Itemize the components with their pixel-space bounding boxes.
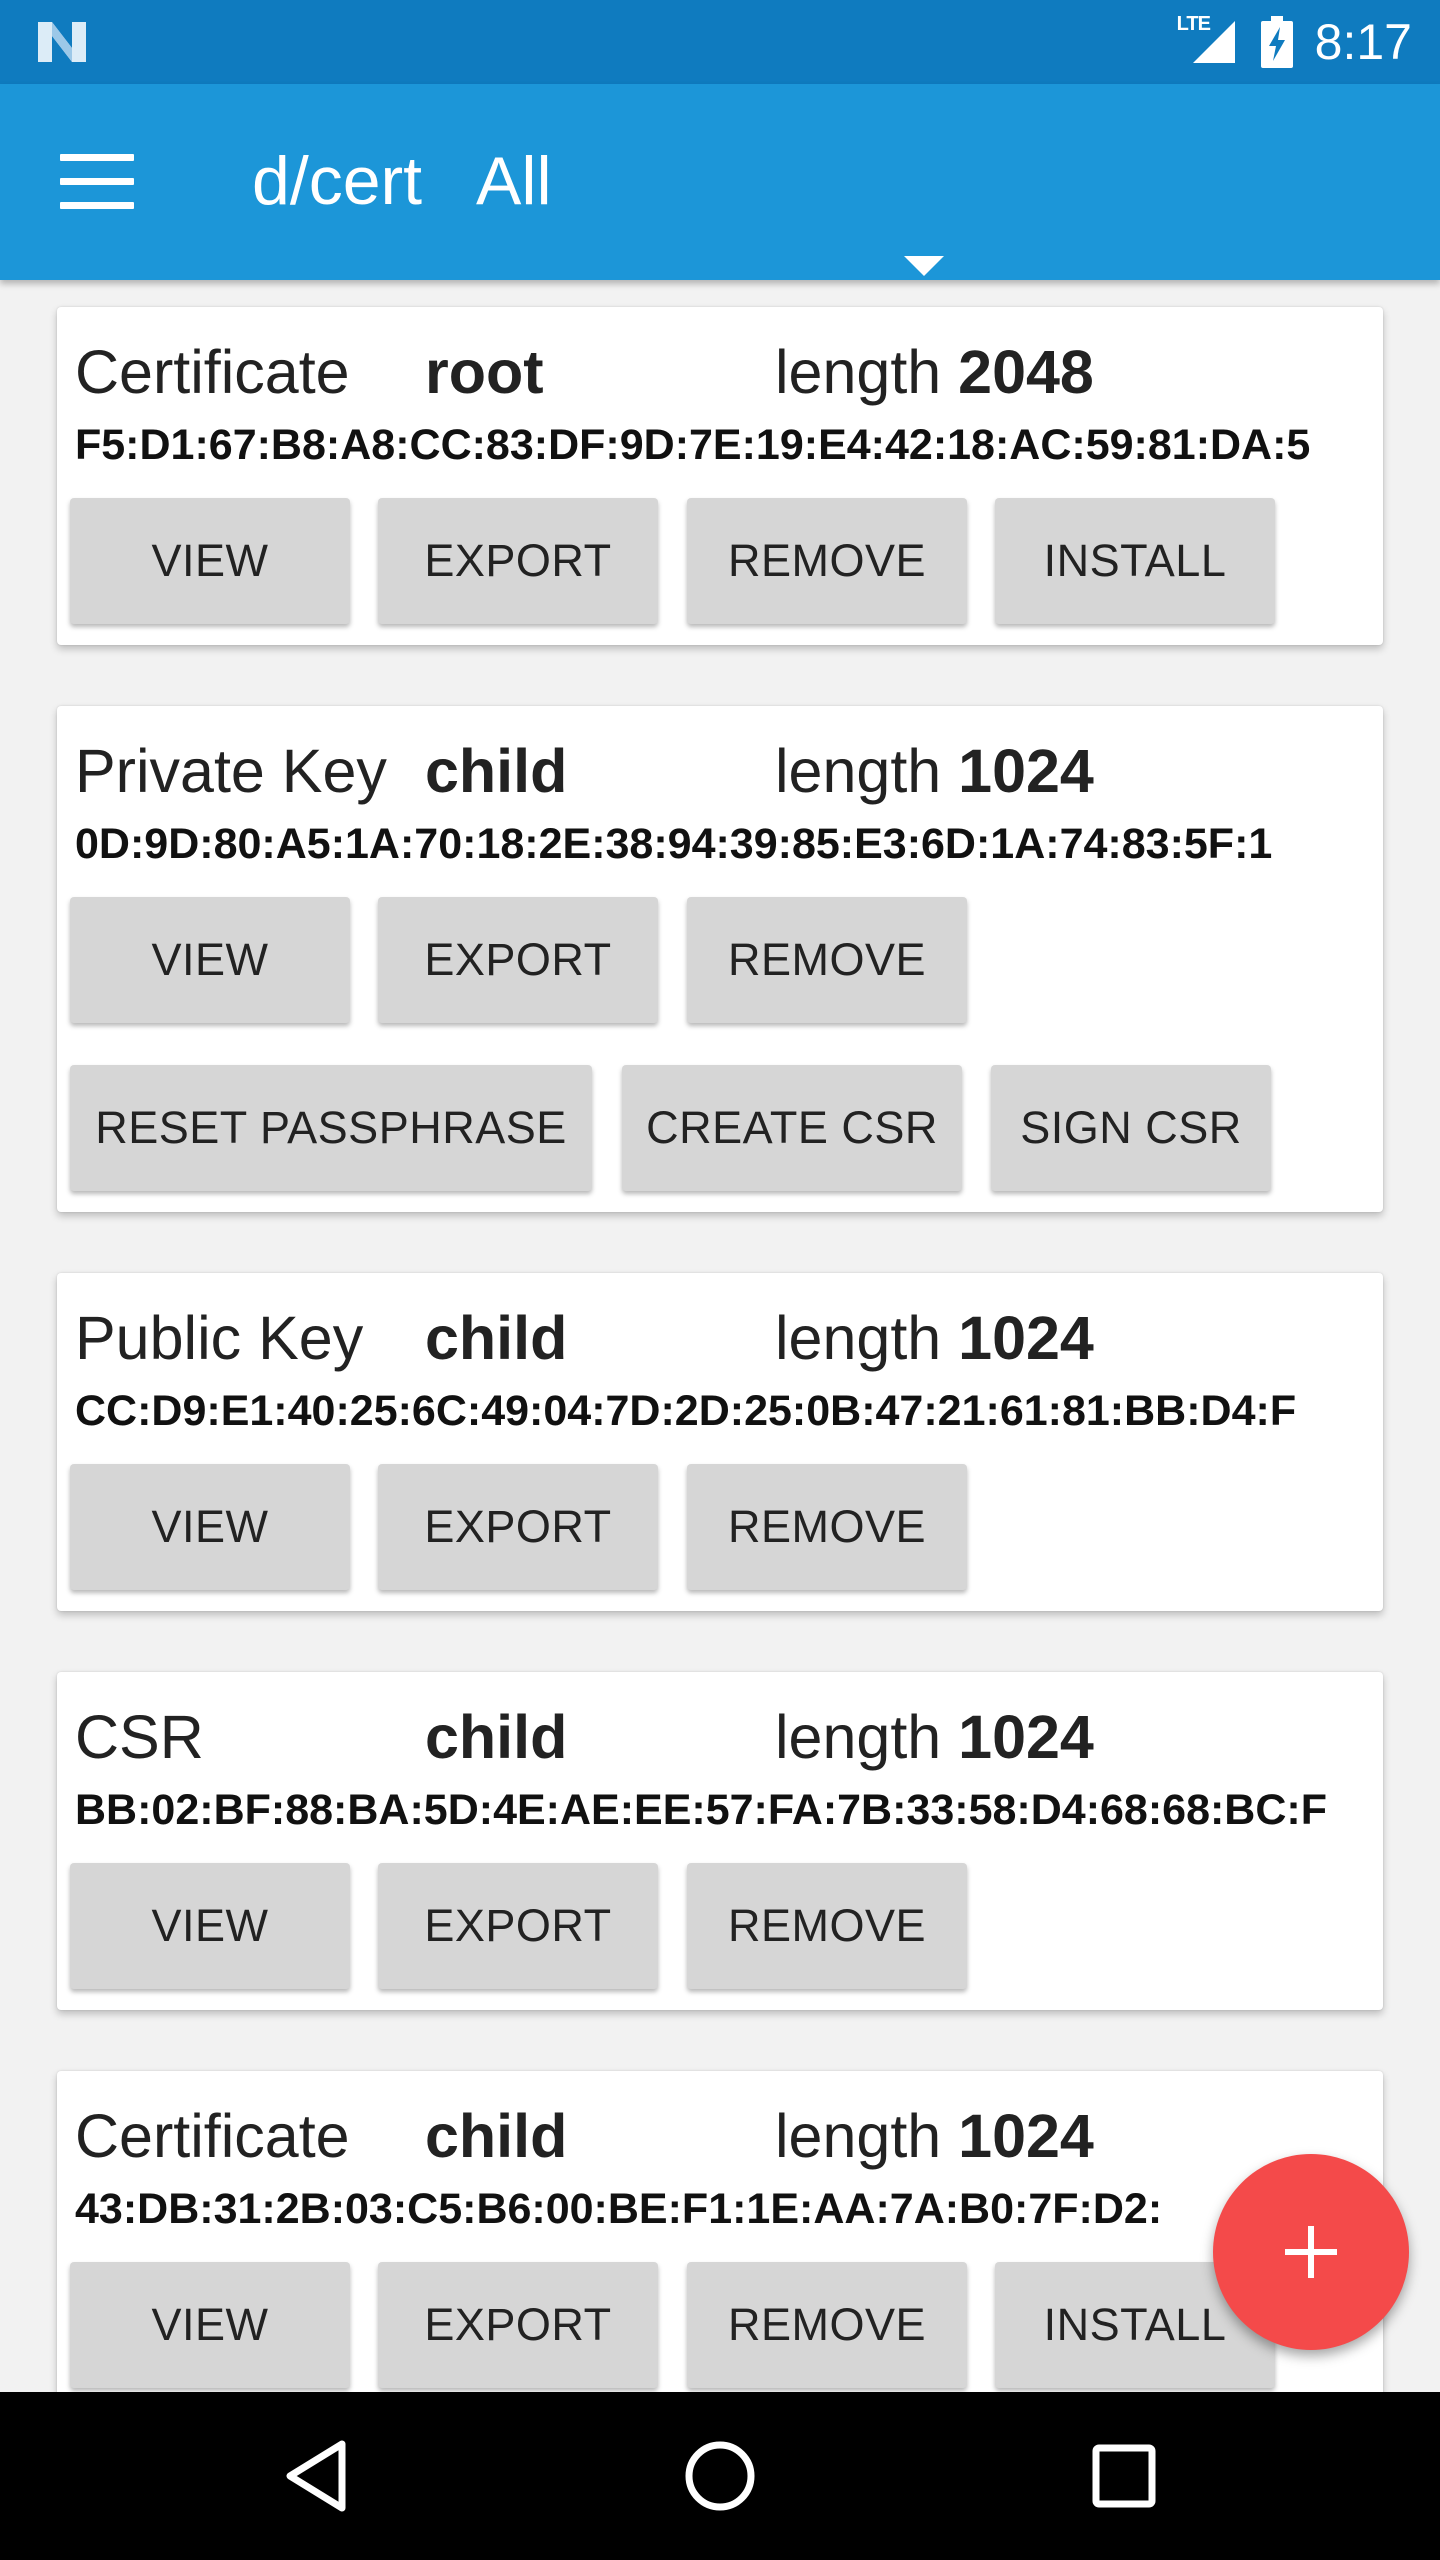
export-button[interactable]: EXPORT (378, 2262, 658, 2388)
remove-button[interactable]: REMOVE (687, 1863, 967, 1989)
app-bar: d/cert All (0, 84, 1440, 280)
export-button[interactable]: EXPORT (378, 1464, 658, 1590)
filter-dropdown-value[interactable]: All (476, 142, 552, 220)
item-type: Public Key (75, 1304, 364, 1372)
list-item: Certificate child length 1024 43:DB:31:2… (57, 2071, 1383, 2409)
length-value: 1024 (958, 1703, 1094, 1771)
remove-button[interactable]: REMOVE (687, 1464, 967, 1590)
add-fab-button[interactable] (1213, 2154, 1409, 2350)
export-button[interactable]: EXPORT (378, 1863, 658, 1989)
list-item: Private Key child length 1024 0D:9D:80:A… (57, 706, 1383, 1212)
item-length: length 1024 (775, 736, 1094, 806)
recents-icon[interactable] (1074, 2426, 1174, 2526)
item-name: child (425, 1304, 568, 1372)
remove-button[interactable]: REMOVE (687, 498, 967, 624)
item-name: child (425, 2102, 568, 2170)
status-bar: LTE 8:17 (0, 0, 1440, 84)
back-icon[interactable] (270, 2426, 370, 2526)
signal-icon: LTE (1177, 13, 1239, 67)
length-value: 1024 (958, 1304, 1094, 1372)
sign-csr-button[interactable]: SIGN CSR (991, 1065, 1271, 1191)
item-length: length 1024 (775, 2101, 1094, 2171)
dropdown-arrow-icon[interactable] (904, 256, 944, 276)
item-length: length 1024 (775, 1702, 1094, 1772)
item-type: Private Key (75, 737, 387, 805)
length-label: length (775, 338, 942, 406)
view-button[interactable]: VIEW (70, 1863, 350, 1989)
fingerprint: 0D:9D:80:A5:1A:70:18:2E:38:94:39:85:E3:6… (75, 820, 1273, 868)
item-type: CSR (75, 1703, 204, 1771)
list-item: CSR child length 1024 BB:02:BF:88:BA:5D:… (57, 1672, 1383, 2010)
fingerprint: CC:D9:E1:40:25:6C:49:04:7D:2D:25:0B:47:2… (75, 1387, 1297, 1435)
length-label: length (775, 1304, 942, 1372)
length-label: length (775, 737, 942, 805)
home-icon[interactable] (670, 2426, 770, 2526)
list-item: Public Key child length 1024 CC:D9:E1:40… (57, 1273, 1383, 1611)
fingerprint: BB:02:BF:88:BA:5D:4E:AE:EE:57:FA:7B:33:5… (75, 1786, 1327, 1834)
remove-button[interactable]: REMOVE (687, 897, 967, 1023)
length-label: length (775, 2102, 942, 2170)
app-title: d/cert (252, 143, 423, 219)
install-button[interactable]: INSTALL (995, 498, 1275, 624)
create-csr-button[interactable]: CREATE CSR (622, 1065, 962, 1191)
status-time: 8:17 (1314, 14, 1412, 70)
list-item: Certificate root length 2048 F5:D1:67:B8… (57, 307, 1383, 645)
notification-n-icon (38, 22, 86, 62)
battery-charging-icon (1260, 16, 1293, 68)
length-label: length (775, 1703, 942, 1771)
view-button[interactable]: VIEW (70, 498, 350, 624)
view-button[interactable]: VIEW (70, 897, 350, 1023)
item-name: child (425, 737, 568, 805)
view-button[interactable]: VIEW (70, 2262, 350, 2388)
menu-icon[interactable] (60, 154, 134, 210)
length-value: 1024 (958, 2102, 1094, 2170)
item-length: length 1024 (775, 1303, 1094, 1373)
item-name: root (425, 338, 544, 406)
item-type: Certificate (75, 2102, 350, 2170)
remove-button[interactable]: REMOVE (687, 2262, 967, 2388)
item-name: child (425, 1703, 568, 1771)
navigation-bar (0, 2392, 1440, 2560)
export-button[interactable]: EXPORT (378, 498, 658, 624)
length-value: 2048 (958, 338, 1094, 406)
fingerprint: 43:DB:31:2B:03:C5:B6:00:BE:F1:1E:AA:7A:B… (75, 2185, 1163, 2233)
fingerprint: F5:D1:67:B8:A8:CC:83:DF:9D:7E:19:E4:42:1… (75, 421, 1311, 469)
view-button[interactable]: VIEW (70, 1464, 350, 1590)
item-type: Certificate (75, 338, 350, 406)
export-button[interactable]: EXPORT (378, 897, 658, 1023)
item-length: length 2048 (775, 337, 1094, 407)
reset-passphrase-button[interactable]: RESET PASSPHRASE (70, 1065, 592, 1191)
length-value: 1024 (958, 737, 1094, 805)
